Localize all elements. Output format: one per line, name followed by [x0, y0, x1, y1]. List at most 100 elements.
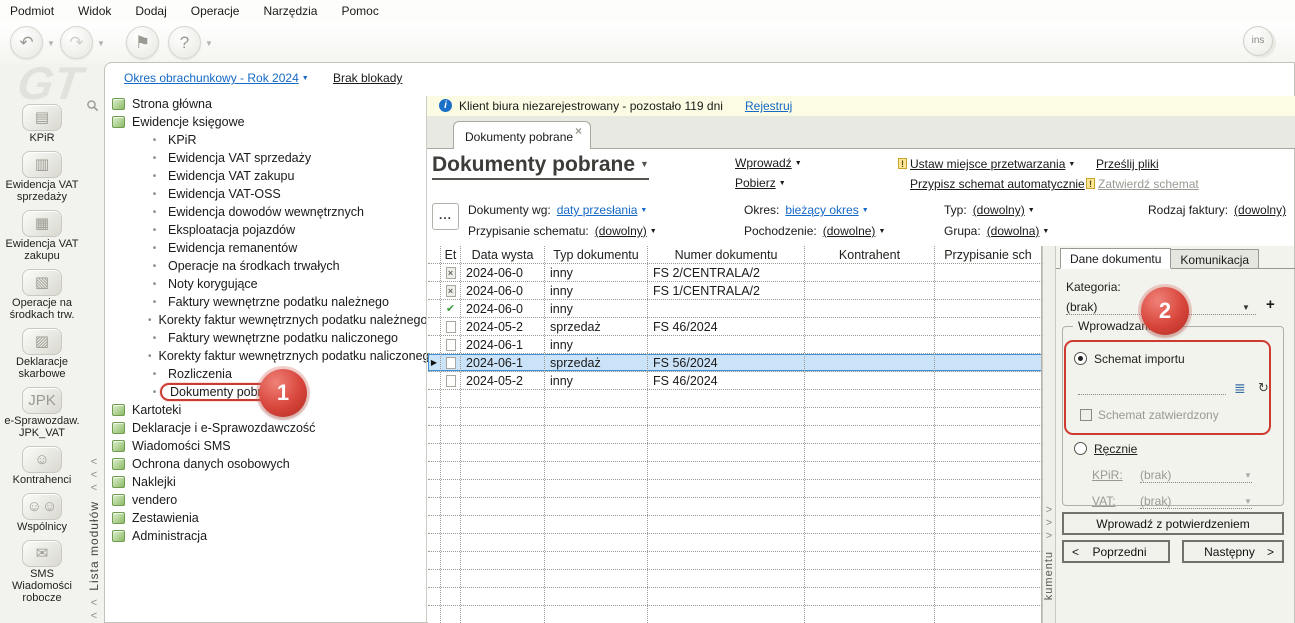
collapse-chevron-icon[interactable]: < [91, 482, 97, 495]
tree-item-faktury-wewn-trzne-podatku-nale-nego[interactable]: •Faktury wewnętrzne podatku należnego [108, 293, 424, 311]
more-filters-button[interactable]: ... [432, 203, 459, 230]
module-operacje-na-rodkach-trw[interactable]: ▧Operacje na środkach trw. [10, 269, 75, 321]
menu-item-dodaj[interactable]: Dodaj [135, 4, 166, 18]
tree-item-ewidencja-vat-zakupu[interactable]: •Ewidencja VAT zakupu [108, 167, 424, 185]
menu-item-podmiot[interactable]: Podmiot [10, 4, 54, 18]
column-header-przypisanie-sch[interactable]: Przypisanie sch [935, 246, 1042, 263]
collapse-chevron-icon[interactable]: < [91, 597, 97, 610]
ustaw-miejsce-link[interactable]: !Ustaw miejsce przetwarzania▼ [898, 157, 1075, 171]
table-row[interactable]: 2024-05-2sprzedażFS 46/2024 [428, 318, 1042, 336]
module-sms-wiadomo-ci-robocze[interactable]: ✉SMS Wiadomości robocze [12, 540, 72, 604]
kategoria-value[interactable]: (brak) [1066, 300, 1097, 314]
collapse-chevron-icon[interactable]: > [1046, 530, 1052, 543]
pobierz-menu-link[interactable]: Pobierz▼ [735, 176, 786, 190]
przeslij-pliki-link[interactable]: Prześlij pliki [1096, 157, 1159, 171]
filter-value-dropdown[interactable]: (dowolne)▼ [823, 224, 886, 238]
tree-item-eksploatacja-pojazd-w[interactable]: •Eksploatacja pojazdów [108, 221, 424, 239]
schemat-zatwierdzony-checkbox[interactable] [1080, 409, 1092, 421]
module-ewidencja-vat-sprzeda-y[interactable]: ▥Ewidencja VAT sprzedaży [6, 151, 79, 203]
table-row-empty[interactable] [428, 408, 1042, 426]
tree-item-operacje-na-rodkach-trwa-ych[interactable]: •Operacje na środkach trwałych [108, 257, 424, 275]
filter-value-dropdown[interactable]: bieżący okres▼ [785, 203, 868, 217]
menu-item-operacje[interactable]: Operacje [191, 4, 240, 18]
filter-value-dropdown[interactable]: (dowolna)▼ [987, 224, 1050, 238]
tree-item-deklaracje-i-e-sprawozdawczo[interactable]: Deklaracje i e-Sprawozdawczość [108, 419, 424, 437]
table-row-empty[interactable] [428, 516, 1042, 534]
menu-item-pomoc[interactable]: Pomoc [341, 4, 378, 18]
table-row[interactable]: ×2024-06-0innyFS 1/CENTRALA/2 [428, 282, 1042, 300]
przypisz-schemat-link[interactable]: Przypisz schemat automatycznie [910, 177, 1085, 191]
table-row[interactable]: 2024-06-1inny [428, 336, 1042, 354]
table-row[interactable]: ✔2024-06-0inny [428, 300, 1042, 318]
column-header-et[interactable]: Et [441, 246, 461, 263]
close-icon[interactable]: × [575, 124, 582, 138]
column-header-typ-dokumentu[interactable]: Typ dokumentu [545, 246, 648, 263]
collapse-chevron-icon[interactable]: > [1046, 517, 1052, 530]
accounting-period-link[interactable]: Okres obrachunkowy - Rok 2024▼ [124, 71, 309, 85]
chevron-down-icon[interactable]: ▼ [1244, 497, 1252, 506]
tree-item-korekty-faktur-wewn-trznych-podatku-nale-nego[interactable]: •Korekty faktur wewnętrznych podatku nal… [108, 311, 424, 329]
table-row-empty[interactable] [428, 552, 1042, 570]
table-row-empty[interactable] [428, 480, 1042, 498]
table-row-empty[interactable] [428, 498, 1042, 516]
flag-button[interactable]: ⚑ [126, 26, 159, 59]
table-row-empty[interactable] [428, 444, 1042, 462]
collapse-chevron-icon[interactable]: > [1046, 504, 1052, 517]
table-row[interactable]: 2024-05-2innyFS 46/2024 [428, 372, 1042, 390]
filter-value-dropdown[interactable]: daty przesłania▼ [557, 203, 648, 217]
tree-item-ewidencja-remanent-w[interactable]: •Ewidencja remanentów [108, 239, 424, 257]
vat-value[interactable]: (brak) [1140, 494, 1171, 508]
column-header-numer-dokumentu[interactable]: Numer dokumentu [648, 246, 805, 263]
tree-item-ewidencja-dowod-w-wewn-trznych[interactable]: •Ewidencja dowodów wewnętrznych [108, 203, 424, 221]
tree-item-administracja[interactable]: Administracja [108, 527, 424, 545]
zatwierdz-schemat-link[interactable]: !Zatwierdź schemat [1086, 177, 1199, 191]
forward-button[interactable]: ↷ [60, 26, 93, 59]
filter-value-dropdown[interactable]: (dowolny)▼ [973, 203, 1035, 217]
kpir-value[interactable]: (brak) [1140, 468, 1171, 482]
recznie-radio[interactable] [1074, 442, 1087, 455]
module-wsp-lnicy[interactable]: ☺☺Wspólnicy [17, 493, 67, 533]
column-header-kontrahent[interactable]: Kontrahent [805, 246, 935, 263]
help-dropdown-icon[interactable]: ▼ [205, 39, 213, 48]
menu-item-narz-dzia[interactable]: Narzędzia [263, 4, 317, 18]
column-header-data-wysta[interactable]: Data wysta [461, 246, 545, 263]
wprowadz-z-potwierdzeniem-button[interactable]: Wprowadź z potwierdzeniem [1062, 512, 1284, 535]
table-row-empty[interactable] [428, 570, 1042, 588]
help-button[interactable]: ? [168, 26, 201, 59]
filter-value-dropdown[interactable]: (dowolny) [1234, 203, 1286, 217]
module-deklaracje-skarbowe[interactable]: ▨Deklaracje skarbowe [16, 328, 68, 380]
table-row[interactable]: ×2024-06-0innyFS 2/CENTRALA/2 [428, 264, 1042, 282]
filter-value-dropdown[interactable]: (dowolny)▼ [595, 224, 657, 238]
menu-item-widok[interactable]: Widok [78, 4, 111, 18]
search-icon[interactable] [86, 99, 99, 115]
module-kpir[interactable]: ▤KPiR [22, 104, 62, 144]
tree-item-ochrona-danych-osobowych[interactable]: Ochrona danych osobowych [108, 455, 424, 473]
collapse-chevron-icon[interactable]: < [91, 610, 97, 623]
tree-item-ewidencja-vat-oss[interactable]: •Ewidencja VAT-OSS [108, 185, 424, 203]
tree-item-kpir[interactable]: •KPiR [108, 131, 424, 149]
table-row-empty[interactable] [428, 426, 1042, 444]
table-row-empty[interactable] [428, 534, 1042, 552]
refresh-icon[interactable]: ↻ [1258, 380, 1269, 396]
tab-dokumenty-pobrane[interactable]: Dokumenty pobrane × [453, 121, 591, 149]
column-header-selector[interactable] [428, 246, 441, 263]
tab-dane-dokumentu[interactable]: Dane dokumentu [1060, 248, 1171, 269]
wprowadz-menu-link[interactable]: Wprowadź▼ [735, 156, 802, 170]
tree-item-wiadomo-ci-sms[interactable]: Wiadomości SMS [108, 437, 424, 455]
chevron-down-icon[interactable]: ▼ [1242, 303, 1250, 312]
table-row-empty[interactable] [428, 390, 1042, 408]
tree-item-ewidencja-vat-sprzeda-y[interactable]: •Ewidencja VAT sprzedaży [108, 149, 424, 167]
register-link[interactable]: Rejestruj [745, 99, 792, 113]
module-kontrahenci[interactable]: ☺Kontrahenci [13, 446, 72, 486]
collapse-chevron-icon[interactable]: < [91, 469, 97, 482]
module-ewidencja-vat-zakupu[interactable]: ▦Ewidencja VAT zakupu [6, 210, 79, 262]
tree-item-vendero[interactable]: vendero [108, 491, 424, 509]
collapse-chevron-icon[interactable]: < [91, 456, 97, 469]
tree-item-noty-koryguj-ce[interactable]: •Noty korygujące [108, 275, 424, 293]
tree-item-faktury-wewn-trzne-podatku-naliczonego[interactable]: •Faktury wewnętrzne podatku naliczonego [108, 329, 424, 347]
add-category-button[interactable]: + [1266, 296, 1275, 313]
table-row[interactable]: ▶2024-06-1sprzedażFS 56/2024 [428, 354, 1042, 372]
tree-item-ewidencje-ksi-gowe[interactable]: Ewidencje księgowe [108, 113, 424, 131]
tree-item-strona-g-wna[interactable]: Strona główna [108, 95, 424, 113]
table-row-empty[interactable] [428, 462, 1042, 480]
